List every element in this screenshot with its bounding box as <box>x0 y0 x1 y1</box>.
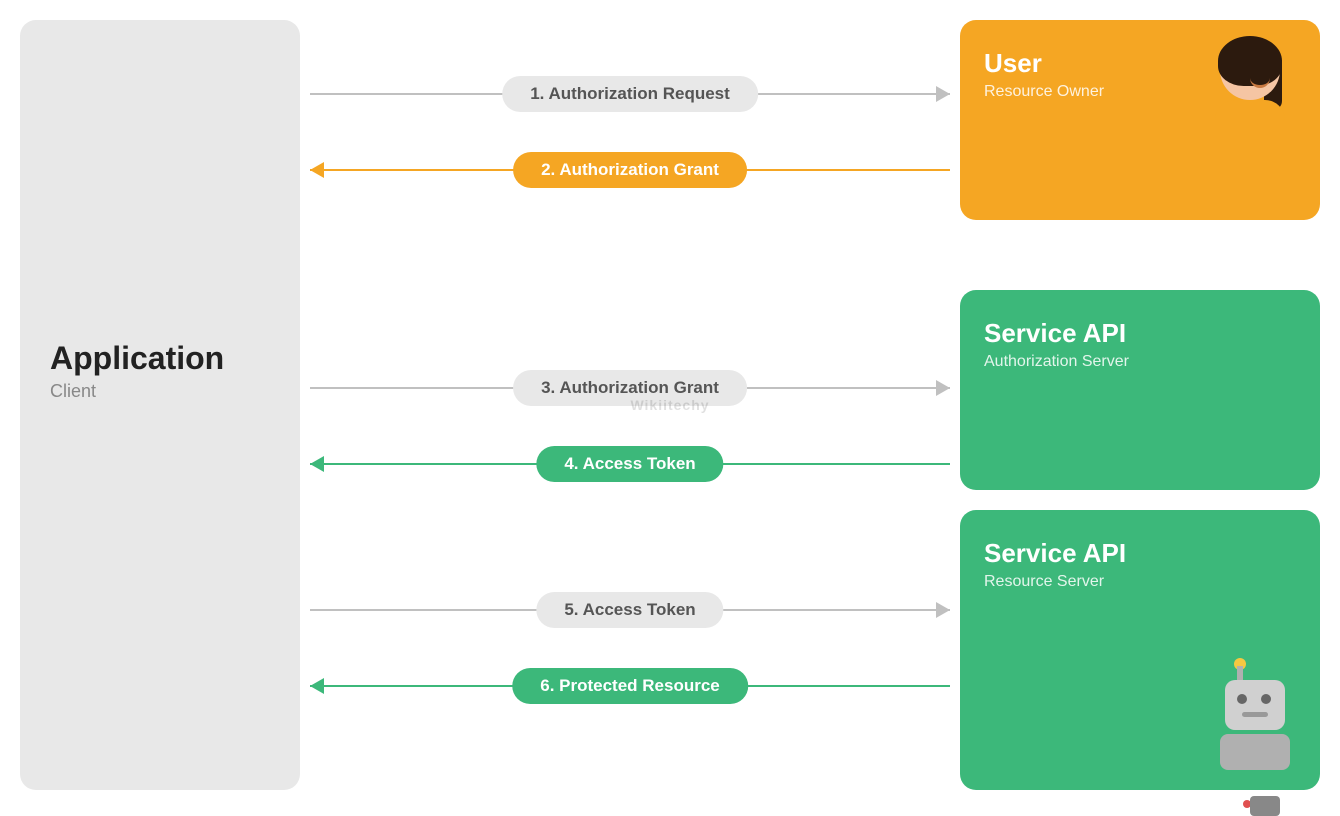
avatar-smile <box>1250 78 1270 88</box>
arrow1-pill: 1. Authorization Request <box>502 76 758 112</box>
service-api-res-subtitle: Resource Server <box>984 573 1296 591</box>
client-title: Application <box>50 340 224 377</box>
arrow5-arrowhead <box>936 602 950 618</box>
client-subtitle: Client <box>50 381 224 402</box>
robot-eye-left <box>1237 694 1247 704</box>
arrow1-row: 1. Authorization Request <box>310 72 950 116</box>
arrow2-row: 2. Authorization Grant <box>310 148 950 192</box>
service-api-res-title: Service API <box>984 538 1296 569</box>
user-box: User Resource Owner <box>960 20 1320 220</box>
arrow1: 1. Authorization Request <box>310 72 950 116</box>
arrow4: 4. Access Token <box>310 442 950 486</box>
avatar-eye-left <box>1242 66 1248 72</box>
arrow5: 5. Access Token <box>310 588 950 632</box>
robot-panel <box>1250 796 1280 816</box>
client-panel <box>20 20 300 790</box>
arrow3: 3. Authorization Grant <box>310 366 950 410</box>
service-api-auth-box: Service API Authorization Server <box>960 290 1320 490</box>
robot-avatar <box>1210 680 1300 780</box>
robot-mouth <box>1242 712 1268 717</box>
arrow3-arrowhead <box>936 380 950 396</box>
user-avatar <box>1210 40 1290 140</box>
arrow6-row: 6. Protected Resource <box>310 664 950 708</box>
arrow4-row: 4. Access Token <box>310 442 950 486</box>
arrow4-pill: 4. Access Token <box>536 446 723 482</box>
arrow3-row: 3. Authorization Grant <box>310 366 950 410</box>
arrow4-arrowhead <box>310 456 324 472</box>
service-api-auth-subtitle: Authorization Server <box>984 353 1296 371</box>
arrow6: 6. Protected Resource <box>310 664 950 708</box>
avatar-body <box>1215 100 1285 140</box>
arrow2-pill: 2. Authorization Grant <box>513 152 747 188</box>
arrow1-arrowhead <box>936 86 950 102</box>
service-api-auth-title: Service API <box>984 318 1296 349</box>
robot-eye-right <box>1261 694 1271 704</box>
robot-antenna <box>1237 666 1243 680</box>
avatar-eye-right <box>1260 66 1266 72</box>
arrow2: 2. Authorization Grant <box>310 148 950 192</box>
arrow2-arrowhead <box>310 162 324 178</box>
client-label: Application Client <box>50 340 224 402</box>
arrow5-pill: 5. Access Token <box>536 592 723 628</box>
service-api-res-box: Service API Resource Server <box>960 510 1320 790</box>
arrow5-row: 5. Access Token <box>310 588 950 632</box>
arrow6-pill: 6. Protected Resource <box>512 668 748 704</box>
arrow6-arrowhead <box>310 678 324 694</box>
arrow3-pill: 3. Authorization Grant <box>513 370 747 406</box>
robot-body <box>1220 734 1290 770</box>
robot-head <box>1225 680 1285 730</box>
